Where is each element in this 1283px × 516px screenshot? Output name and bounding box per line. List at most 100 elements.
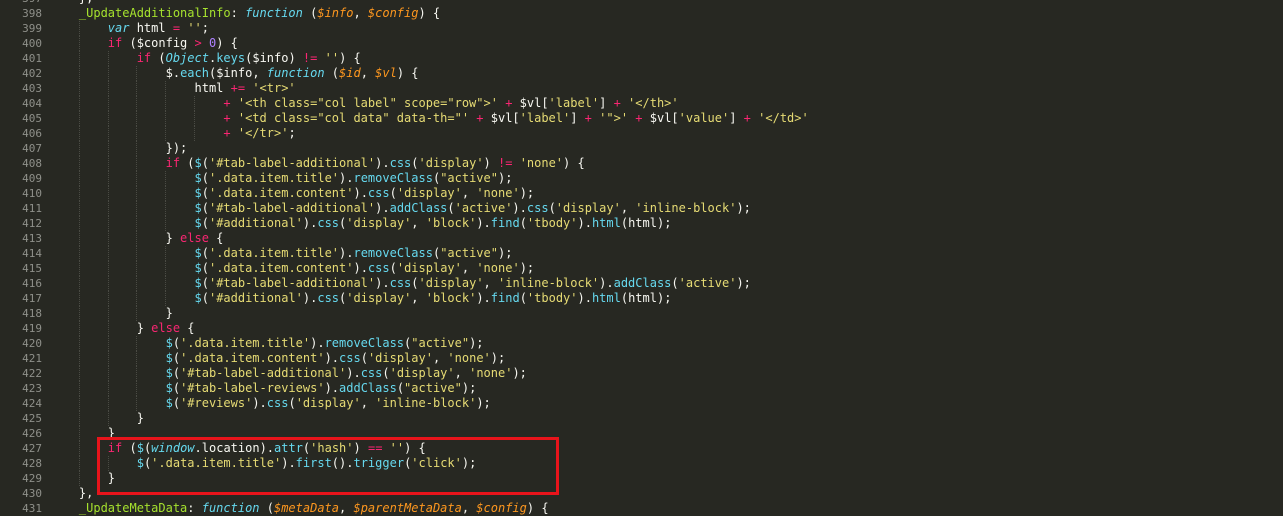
- code-line[interactable]: var html = '';: [50, 21, 1283, 36]
- code-token: (: [382, 366, 390, 380]
- code-line[interactable]: + '</tr>';: [50, 126, 1283, 141]
- indent-guide: [78, 156, 80, 171]
- code-line[interactable]: _UpdateMetaData: function ($metaData, $p…: [50, 501, 1283, 516]
- indent-guide: [78, 306, 80, 321]
- code-line[interactable]: $('#reviews').css('display', 'inline-blo…: [50, 396, 1283, 411]
- code-line[interactable]: }: [50, 411, 1283, 426]
- code-token: $: [194, 291, 202, 305]
- code-line[interactable]: });: [50, 141, 1283, 156]
- code-line[interactable]: if (Object.keys($info) != '') {: [50, 51, 1283, 66]
- indent-guide: [78, 96, 80, 111]
- code-area[interactable]: }, _UpdateAdditionalInfo: function ($inf…: [50, 0, 1283, 516]
- code-line[interactable]: $('.data.item.title').first().trigger('c…: [50, 456, 1283, 471]
- code-line[interactable]: }: [50, 426, 1283, 441]
- code-token: .: [194, 441, 202, 455]
- code-line[interactable]: $.each($info, function ($id, $vl) {: [50, 66, 1283, 81]
- code-token: location: [201, 441, 260, 455]
- code-token: 'display': [396, 261, 462, 275]
- code-token: (: [389, 261, 397, 275]
- code-token: ,: [461, 261, 477, 275]
- code-token: (: [324, 66, 340, 80]
- code-token: 'inline-block': [635, 201, 737, 215]
- code-token: ,: [620, 201, 636, 215]
- indent-guide: [78, 441, 80, 456]
- indent-guide: [136, 351, 138, 366]
- indent-guide: [107, 306, 109, 321]
- code-token: 'click': [411, 456, 462, 470]
- code-token: );: [461, 456, 477, 470]
- code-line[interactable]: } else {: [50, 321, 1283, 336]
- code-token: $vl: [375, 66, 397, 80]
- code-line[interactable]: $('#tab-label-additional').css('display'…: [50, 366, 1283, 381]
- code-line[interactable]: $('.data.item.content').css('display', '…: [50, 351, 1283, 366]
- code-token: (: [201, 171, 209, 185]
- code-token: ) {: [339, 51, 361, 65]
- code-line[interactable]: $('.data.item.title').removeClass("activ…: [50, 171, 1283, 186]
- code-line[interactable]: $('.data.item.title').removeClass("activ…: [50, 246, 1283, 261]
- code-token: (: [396, 381, 405, 395]
- code-token: (html);: [620, 216, 672, 230]
- code-token: '#additional': [208, 216, 303, 230]
- code-token: function: [266, 66, 325, 80]
- indent-guide: [107, 291, 109, 306]
- code-token: each: [180, 66, 209, 80]
- code-token: (: [172, 366, 181, 380]
- code-token: 'display': [396, 186, 462, 200]
- code-line[interactable]: $('#tab-label-reviews').addClass("active…: [50, 381, 1283, 396]
- code-token: css: [360, 366, 383, 380]
- code-line[interactable]: + '<th class="col label" scope="row">' +…: [50, 96, 1283, 111]
- code-line[interactable]: $('#tab-label-additional').addClass('act…: [50, 201, 1283, 216]
- code-line[interactable]: $('.data.item.content').css('display', '…: [50, 186, 1283, 201]
- indent-guide: [165, 96, 167, 111]
- code-token: '': [187, 21, 202, 35]
- code-token: 'display': [346, 216, 412, 230]
- code-token: =: [172, 21, 181, 35]
- code-token: $info: [252, 51, 289, 65]
- code-token: ).: [302, 216, 318, 230]
- indent-guide: [165, 81, 167, 96]
- code-token: ).: [252, 396, 267, 410]
- code-token: "active": [440, 171, 498, 185]
- code-line[interactable]: _UpdateAdditionalInfo: function ($info, …: [50, 6, 1283, 21]
- code-token: '.data.item.content': [180, 351, 325, 365]
- code-token: (: [180, 156, 195, 170]
- code-line[interactable]: }: [50, 471, 1283, 486]
- indent-guide: [78, 246, 80, 261]
- code-editor[interactable]: 3973983994004014024034044054064074084094…: [0, 0, 1283, 516]
- indent-guide: [78, 276, 80, 291]
- code-line[interactable]: $('#additional').css('display', 'block')…: [50, 216, 1283, 231]
- indent-guide: [107, 96, 109, 111]
- code-token: css: [317, 291, 340, 305]
- code-line[interactable]: $('.data.item.content').css('display', '…: [50, 261, 1283, 276]
- code-line[interactable]: $('#additional').css('display', 'block')…: [50, 291, 1283, 306]
- code-line[interactable]: },: [50, 486, 1283, 501]
- code-line[interactable]: html += '<tr>': [50, 81, 1283, 96]
- line-number: 416: [22, 277, 42, 290]
- code-line[interactable]: }: [50, 306, 1283, 321]
- indent-guide: [194, 126, 195, 141]
- code-token: '">': [599, 111, 629, 125]
- code-line[interactable]: $('.data.item.title').removeClass("activ…: [50, 336, 1283, 351]
- code-line[interactable]: if ($('#tab-label-additional').css('disp…: [50, 156, 1283, 171]
- code-line[interactable]: if ($(window.location).attr('hash') == '…: [50, 441, 1283, 456]
- code-token: 'none': [519, 156, 564, 170]
- code-line[interactable]: } else {: [50, 231, 1283, 246]
- code-token: );: [519, 261, 535, 275]
- code-line[interactable]: if ($config > 0) {: [50, 36, 1283, 51]
- code-line[interactable]: $('#tab-label-additional').css('display'…: [50, 276, 1283, 291]
- code-token: );: [476, 396, 491, 410]
- code-token: });: [165, 141, 188, 155]
- indent-guide: [136, 81, 138, 96]
- code-token: removeClass: [353, 246, 433, 260]
- code-token: (: [122, 36, 137, 50]
- indent-guide: [78, 171, 80, 186]
- code-token: ,: [353, 6, 368, 20]
- indent-guide: [136, 366, 138, 381]
- code-token: }: [165, 231, 181, 245]
- code-token: +: [476, 111, 484, 125]
- code-token: (: [288, 396, 296, 410]
- code-line[interactable]: + '<td class="col data" data-th="' + $vl…: [50, 111, 1283, 126]
